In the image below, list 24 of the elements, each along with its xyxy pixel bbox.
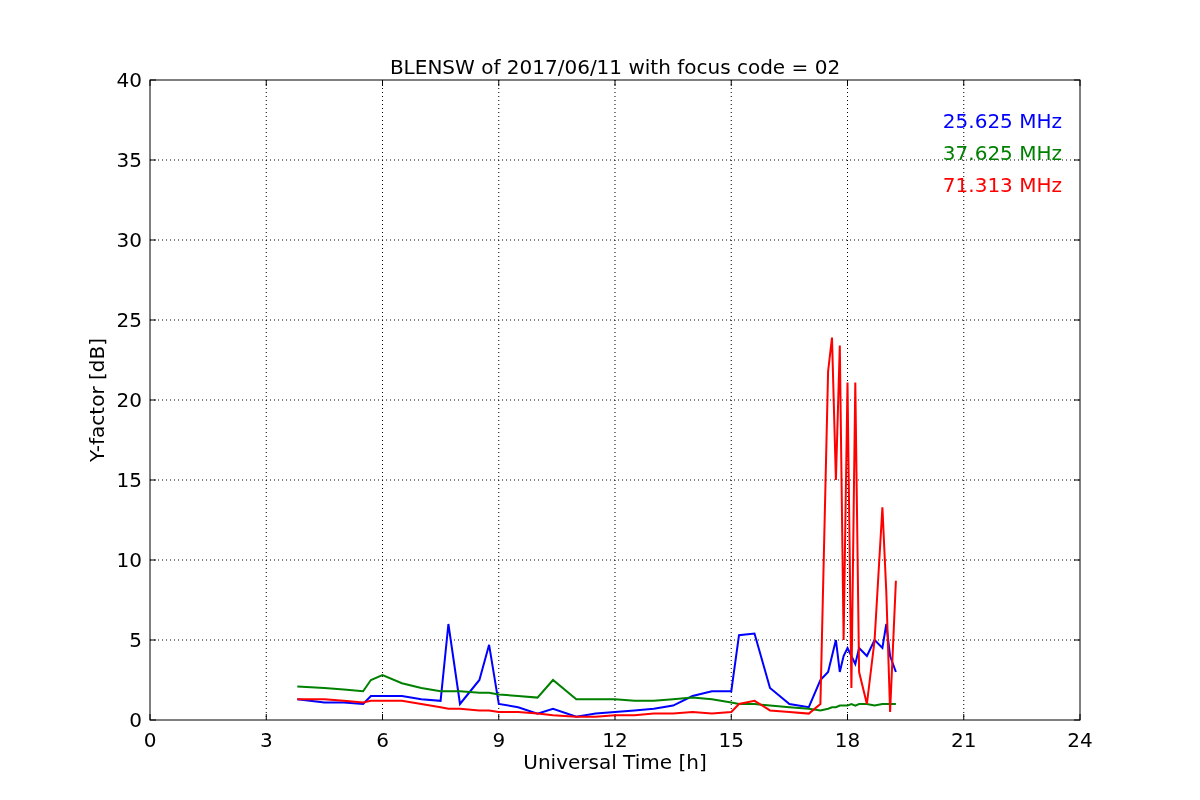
y-tick-label: 5 [129, 628, 142, 652]
x-tick-label: 21 [951, 728, 977, 752]
x-tick-label: 15 [718, 728, 744, 752]
x-axis-label: Universal Time [h] [523, 750, 707, 774]
x-tick-label: 9 [492, 728, 506, 752]
x-tick-label: 24 [1067, 728, 1093, 752]
y-tick-label: 15 [116, 468, 142, 492]
x-tick-label: 18 [834, 728, 861, 752]
y-tick-label: 20 [116, 388, 142, 412]
y-tick-label: 35 [116, 148, 142, 172]
y-axis-label: Y-factor [dB] [85, 338, 109, 462]
y-tick-label: 40 [116, 68, 142, 92]
x-tick-label: 12 [602, 728, 628, 752]
y-tick-label: 10 [116, 548, 142, 572]
x-tick-label: 6 [376, 728, 389, 752]
y-tick-label: 25 [116, 308, 142, 332]
x-tick-label: 0 [143, 728, 157, 752]
chart-title: BLENSW of 2017/06/11 with focus code = 02 [389, 55, 841, 79]
x-tick-label: 3 [259, 728, 273, 752]
legend-label: 37.625 MHz [942, 141, 1062, 165]
legend-label: 71.313 MHz [942, 173, 1062, 197]
y-tick-label: 0 [129, 708, 142, 732]
y-tick-label: 30 [116, 228, 142, 252]
legend-label: 25.625 MHz [942, 109, 1062, 133]
